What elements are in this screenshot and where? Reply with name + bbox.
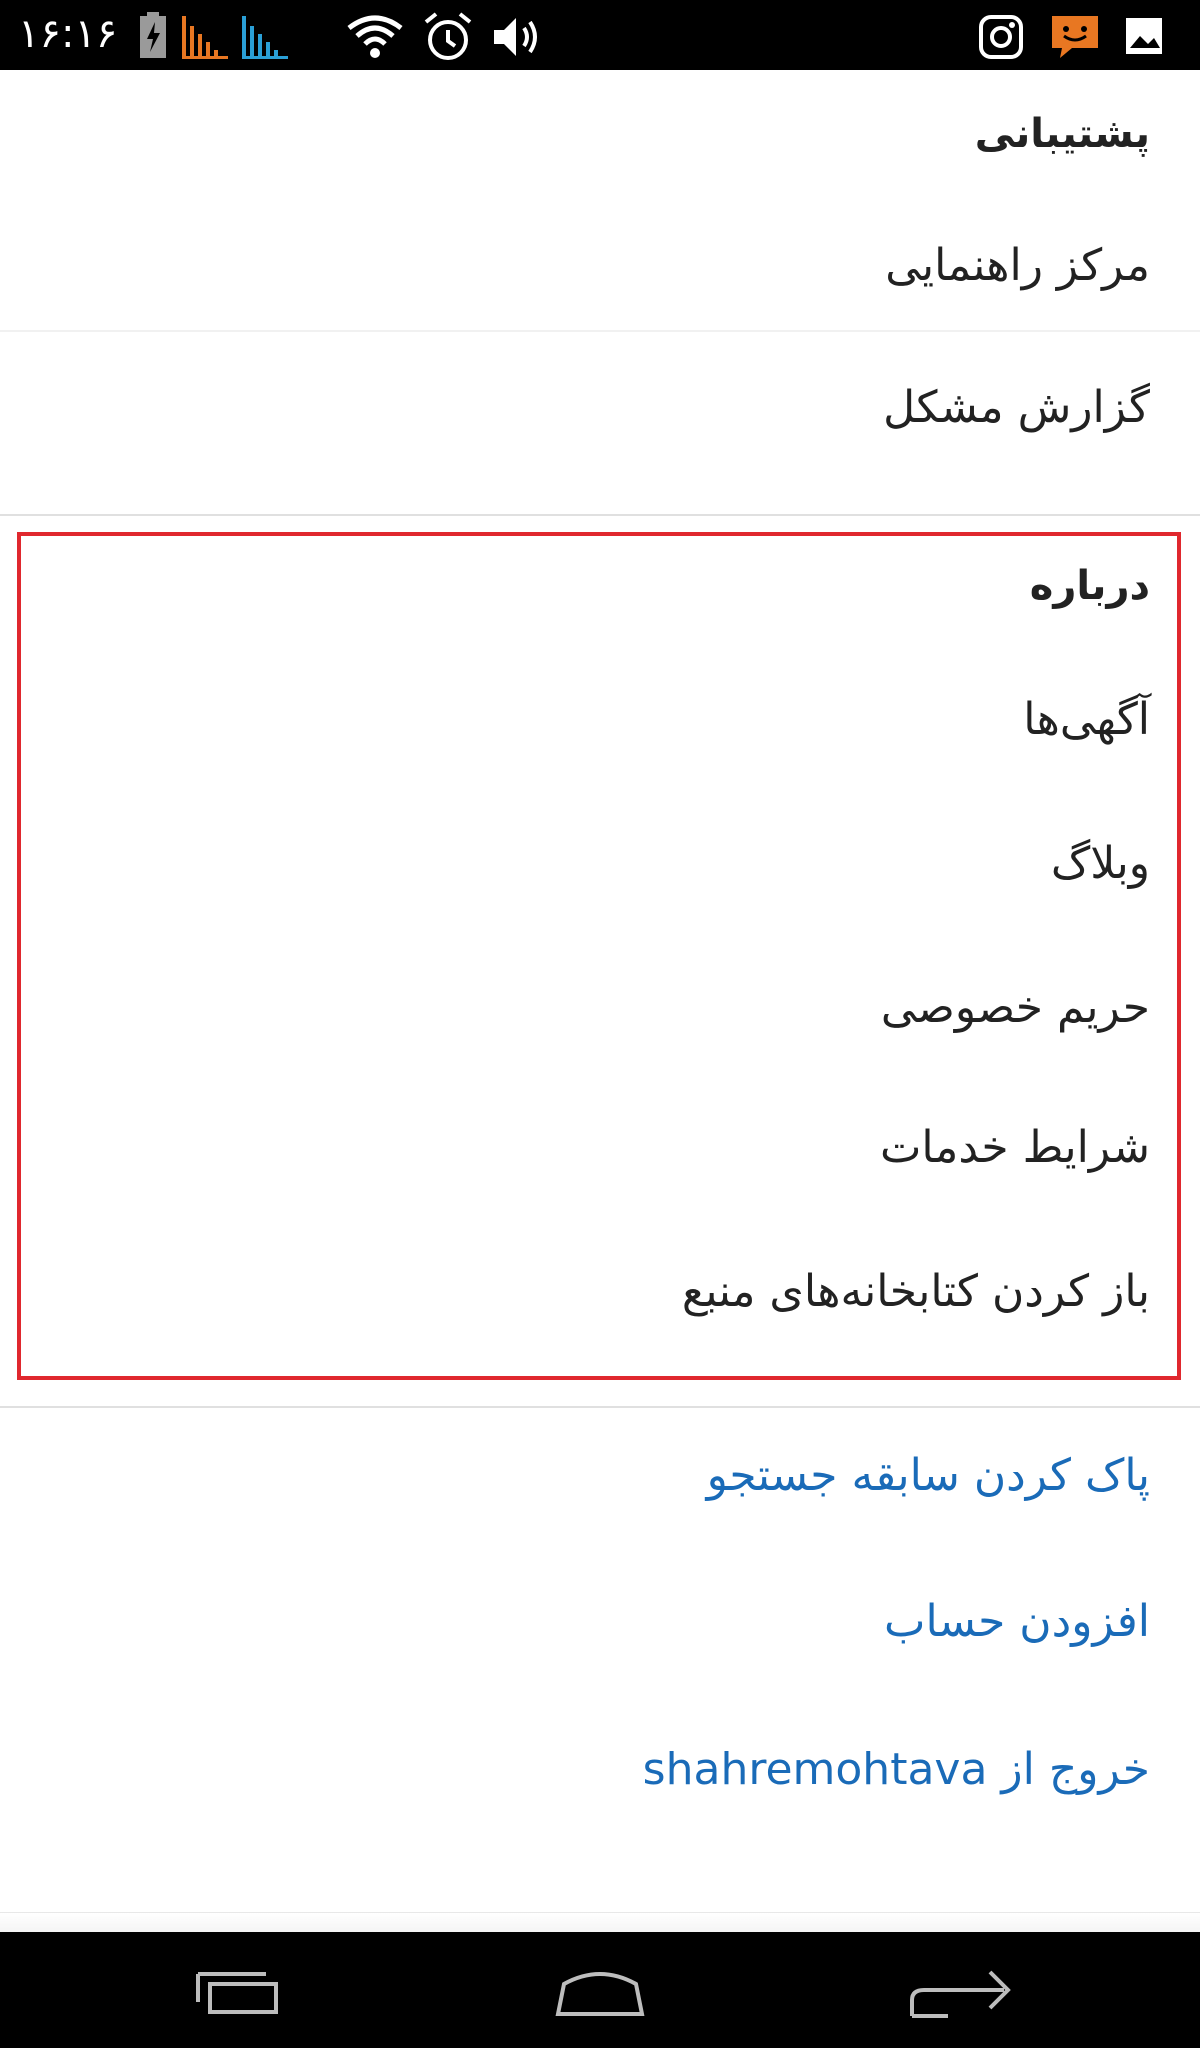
alarm-icon: [424, 12, 472, 60]
scroll-edge: [0, 1912, 1200, 1933]
section-divider: [0, 514, 1200, 516]
support-section-header: پشتیبانی: [974, 111, 1150, 157]
signal-orange-icon: [182, 16, 228, 59]
volume-icon: [494, 18, 537, 56]
highlight-box: [17, 532, 1181, 1380]
battery-charging-icon: [140, 12, 166, 58]
status-time: ۱۶:۱۶: [18, 11, 118, 57]
menu-item-ads[interactable]: آگهی‌ها: [30, 690, 1150, 750]
recent-apps-icon[interactable]: [196, 1972, 280, 2016]
image-icon: [1126, 18, 1162, 54]
menu-item-open-source-libraries[interactable]: باز کردن کتابخانه‌های منبع: [30, 1262, 1150, 1322]
chat-bubble-icon: [1052, 16, 1098, 58]
section-divider: [0, 1406, 1200, 1408]
menu-item-help-center[interactable]: مرکز راهنمایی: [30, 236, 1150, 296]
navigation-bar: [0, 1932, 1200, 2048]
wifi-icon: [347, 15, 403, 58]
divider: [0, 330, 1200, 332]
status-bar: ۱۶:۱۶: [0, 0, 1200, 70]
add-account-link[interactable]: افزودن حساب: [30, 1592, 1150, 1652]
clear-search-history-link[interactable]: پاک کردن سابقه جستجو: [30, 1446, 1150, 1506]
instagram-icon: [979, 15, 1023, 59]
logout-link[interactable]: خروج از shahremohtava: [30, 1740, 1150, 1800]
signal-blue-icon: [242, 16, 288, 59]
back-icon[interactable]: [908, 1966, 1012, 2022]
home-icon[interactable]: [554, 1970, 646, 2018]
about-section-header: درباره: [1029, 563, 1150, 609]
menu-item-privacy[interactable]: حریم خصوصی: [30, 978, 1150, 1038]
menu-item-blog[interactable]: وبلاگ: [30, 834, 1150, 894]
menu-item-terms[interactable]: شرایط خدمات: [30, 1118, 1150, 1178]
menu-item-report-problem[interactable]: گزارش مشکل: [30, 378, 1150, 438]
